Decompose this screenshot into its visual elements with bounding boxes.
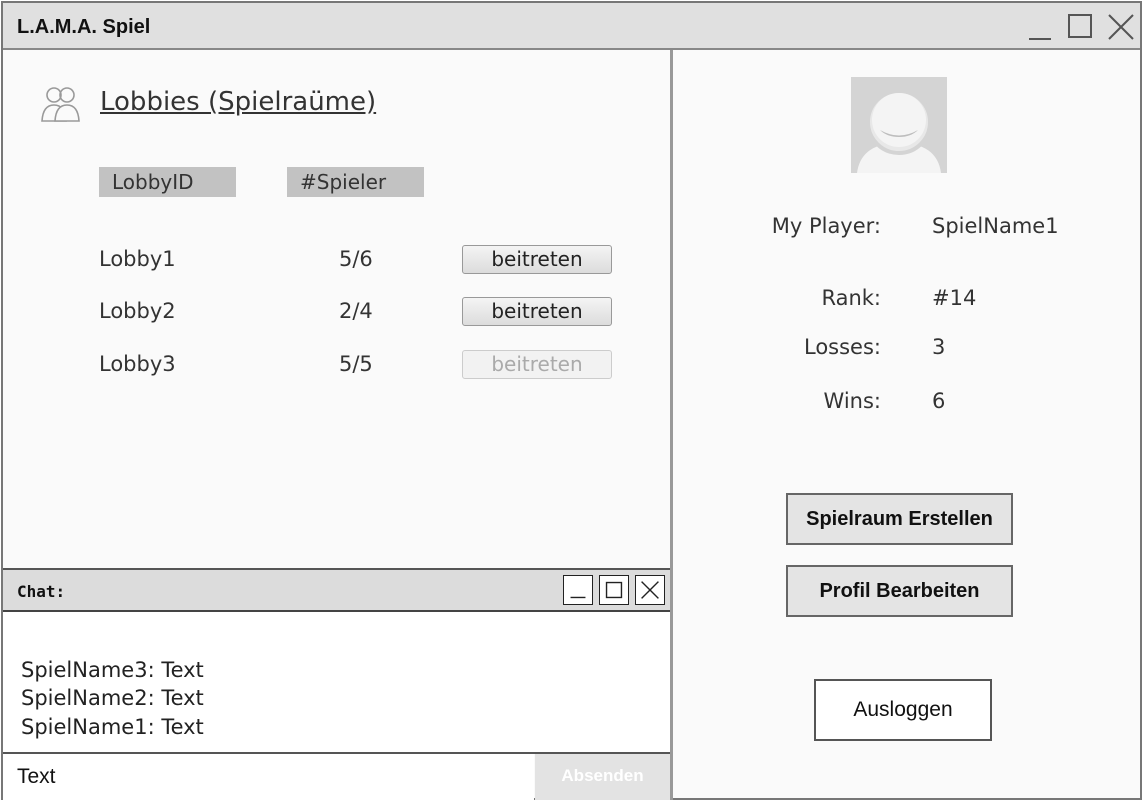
edit-profile-button[interactable]: Profil Bearbeiten [786,565,1013,617]
chat-close-icon[interactable] [635,575,665,605]
chat-message: SpielName1: Text [21,715,204,739]
logout-button[interactable]: Ausloggen [814,679,992,741]
join-lobby-button[interactable]: beitreten [462,297,612,326]
users-icon [41,87,80,122]
title-bar: L.A.M.A. Spiel [3,3,1140,50]
lobby-player-count: 5/5 [339,352,373,376]
lobby-id: Lobby1 [99,247,176,271]
create-room-button[interactable]: Spielraum Erstellen [786,493,1013,545]
minimize-icon[interactable] [1025,11,1057,43]
column-header-players: #Spieler [287,167,424,197]
losses-label: Losses: [804,335,881,359]
lobby-id: Lobby3 [99,352,176,376]
app-window: L.A.M.A. Spiel Lobbies (Spielraüme) Lobb… [1,1,1142,800]
chat-message: SpielName2: Text [21,686,204,710]
column-header-lobbyid: LobbyID [99,167,236,197]
chat-messages: SpielName3: Text SpielName2: Text SpielN… [3,612,670,754]
lobbies-title-link[interactable]: Lobbies (Spielraüme) [100,87,376,117]
lobby-player-count: 2/4 [339,299,373,323]
chat-header: Chat: [3,568,670,612]
panel-divider [670,50,673,800]
lobby-id: Lobby2 [99,299,176,323]
close-icon[interactable] [1105,11,1137,43]
send-button[interactable]: Absenden [535,754,670,800]
chat-input[interactable]: Text [3,754,534,800]
wins-value: 6 [932,389,946,413]
maximize-icon[interactable] [1065,11,1097,43]
window-title: L.A.M.A. Spiel [17,16,151,38]
wins-label: Wins: [823,389,881,413]
rank-label: Rank: [821,286,881,310]
chat-minimize-icon[interactable] [563,575,593,605]
user-avatar-icon [851,77,947,173]
player-label: My Player: [771,214,881,238]
chat-maximize-icon[interactable] [599,575,629,605]
lobby-player-count: 5/6 [339,247,373,271]
chat-message: SpielName3: Text [21,658,204,682]
chat-title: Chat: [17,582,66,601]
player-name: SpielName1 [932,214,1059,238]
losses-value: 3 [932,335,946,359]
join-lobby-button-disabled: beitreten [462,350,612,379]
rank-value: #14 [932,286,977,310]
join-lobby-button[interactable]: beitreten [462,245,612,274]
